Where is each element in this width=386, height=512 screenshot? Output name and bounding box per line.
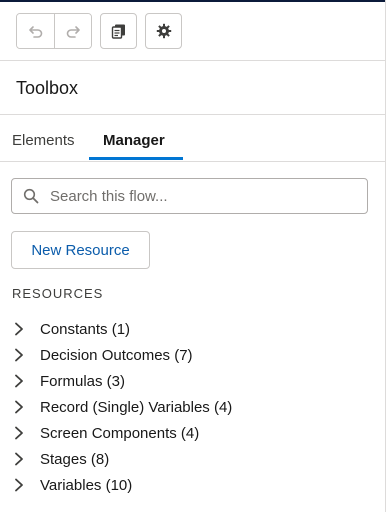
resource-item-label: Formulas (3) (40, 372, 126, 390)
redo-button[interactable] (54, 14, 91, 48)
undo-button[interactable] (17, 14, 54, 48)
tabs-divider (0, 161, 385, 162)
tab-bar: Elements Manager (0, 116, 385, 162)
resource-item-screen-components[interactable]: Screen Components (4) (14, 420, 232, 446)
toolbar (16, 13, 182, 49)
copy-icon (111, 24, 125, 39)
resource-item-record-variables[interactable]: Record (Single) Variables (4) (14, 394, 232, 420)
resource-item-label: Decision Outcomes (7) (40, 346, 193, 364)
copy-button[interactable] (100, 13, 137, 49)
chevron-right-icon (14, 348, 40, 362)
chevron-right-icon (14, 400, 40, 414)
search-box (11, 178, 368, 214)
undo-icon (28, 26, 42, 38)
resource-item-stages[interactable]: Stages (8) (14, 446, 232, 472)
top-border (0, 0, 386, 2)
tab-manager[interactable]: Manager (103, 132, 165, 149)
resource-item-decision-outcomes[interactable]: Decision Outcomes (7) (14, 342, 232, 368)
toolbar-divider (0, 60, 385, 61)
resource-item-variables[interactable]: Variables (10) (14, 472, 232, 498)
resource-item-label: Screen Components (4) (40, 424, 200, 442)
active-tab-indicator (89, 157, 183, 160)
resource-list: Constants (1) Decision Outcomes (7) Form… (14, 316, 232, 498)
chevron-right-icon (14, 478, 40, 492)
search-icon (12, 188, 50, 204)
resource-item-label: Constants (1) (40, 320, 131, 338)
panel-title: Toolbox (16, 78, 79, 98)
chevron-right-icon (14, 374, 40, 388)
resource-item-formulas[interactable]: Formulas (3) (14, 368, 232, 394)
resources-heading: RESOURCES (12, 286, 104, 301)
resource-item-label: Record (Single) Variables (4) (40, 398, 233, 416)
gear-icon (156, 23, 171, 39)
resource-item-label: Stages (8) (40, 450, 110, 468)
resource-item-constants[interactable]: Constants (1) (14, 316, 232, 342)
redo-icon (66, 26, 80, 38)
search-input[interactable] (50, 187, 350, 205)
chevron-right-icon (14, 452, 40, 466)
tab-elements[interactable]: Elements (12, 132, 75, 149)
new-resource-button[interactable]: New Resource (11, 231, 150, 269)
title-divider (0, 114, 385, 115)
chevron-right-icon (14, 426, 40, 440)
chevron-right-icon (14, 322, 40, 336)
undo-redo-group (16, 13, 92, 49)
settings-button[interactable] (145, 13, 182, 49)
resource-item-label: Variables (10) (40, 476, 133, 494)
